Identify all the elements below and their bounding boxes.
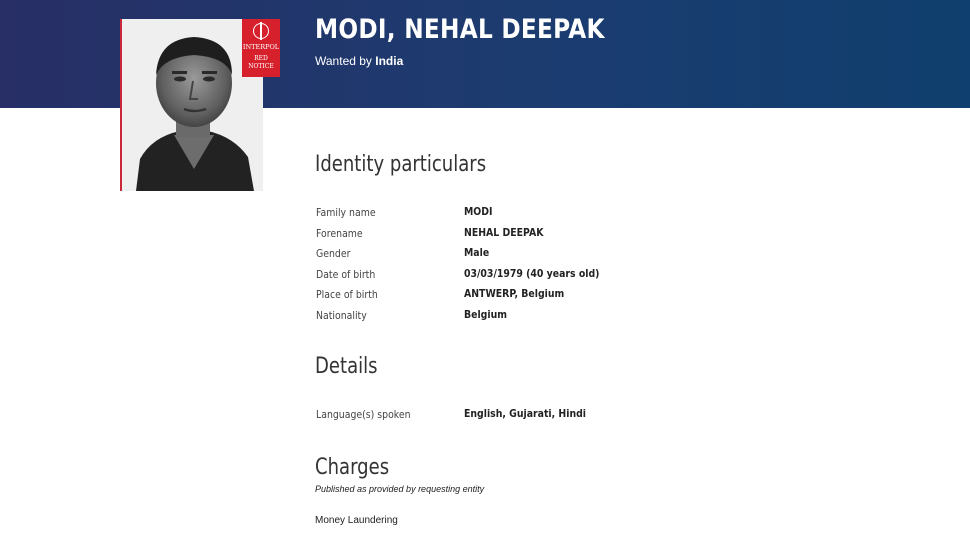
charges-note: Published as provided by requesting enti… bbox=[315, 484, 485, 494]
identity-section-title: Identity particulars bbox=[315, 152, 487, 177]
wanted-by-country: India bbox=[375, 54, 404, 68]
badge-org-label: INTERPOL bbox=[242, 43, 280, 51]
details-row-label: Language(s) spoken bbox=[316, 408, 411, 421]
details-row-value: English, Gujarati, Hindi bbox=[464, 407, 587, 420]
identity-row-value: 03/03/1979 (40 years old) bbox=[464, 267, 600, 280]
identity-row-label: Place of birth bbox=[316, 288, 378, 301]
identity-row-label: Family name bbox=[316, 206, 376, 219]
charges-section-title: Charges bbox=[315, 455, 390, 480]
identity-row-label: Gender bbox=[316, 247, 351, 260]
identity-row-label: Date of birth bbox=[316, 268, 376, 281]
wanted-person-name: MODI, NEHAL DEEPAK bbox=[315, 14, 605, 45]
interpol-globe-icon bbox=[253, 22, 269, 40]
identity-row-label: Forename bbox=[316, 227, 363, 240]
wanted-by-line: Wanted by India bbox=[315, 54, 403, 68]
wanted-by-prefix: Wanted by bbox=[315, 54, 372, 68]
identity-row-value: Belgium bbox=[464, 308, 507, 321]
identity-row-value: ANTWERP, Belgium bbox=[464, 287, 565, 300]
details-section-title: Details bbox=[315, 354, 378, 379]
badge-notice-line2: NOTICE bbox=[248, 63, 274, 70]
interpol-red-notice-badge: INTERPOL RED NOTICE bbox=[242, 19, 280, 77]
notice-page: MODI, NEHAL DEEPAK Wanted by India INTER… bbox=[0, 0, 970, 545]
identity-row-value: NEHAL DEEPAK bbox=[464, 226, 544, 239]
badge-notice-line1: RED bbox=[254, 55, 268, 62]
identity-row-value: MODI bbox=[464, 205, 493, 218]
identity-row-value: Male bbox=[464, 246, 490, 259]
charges-text: Money Laundering bbox=[315, 515, 398, 526]
identity-row-label: Nationality bbox=[316, 309, 367, 322]
